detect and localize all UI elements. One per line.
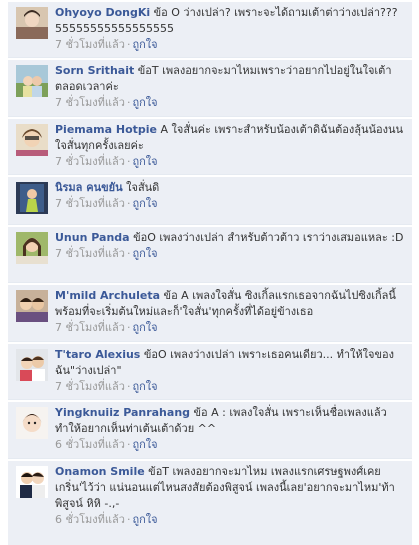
like-link[interactable]: ถูกใจ xyxy=(132,38,157,51)
comment-author[interactable]: M'mild Archuleta xyxy=(55,289,160,302)
like-link[interactable]: ถูกใจ xyxy=(132,438,157,451)
comment-author[interactable]: Piemama Hotpie xyxy=(55,123,157,136)
avatar[interactable] xyxy=(16,466,48,498)
comment-meta: 7 ชั่วโมงที่แล้ว · ถูกใจ xyxy=(55,154,406,170)
comment-meta: 7 ชั่วโมงที่แล้ว · ถูกใจ xyxy=(55,320,406,336)
comment-timestamp[interactable]: 6 ชั่วโมงที่แล้ว xyxy=(55,513,125,526)
comment-author[interactable]: Ohyoyo DongKi xyxy=(55,6,150,19)
comment-timestamp[interactable]: 7 ชั่วโมงที่แล้ว xyxy=(55,321,125,334)
comment-author[interactable]: นิรมล คนขยัน xyxy=(55,181,123,194)
avatar[interactable] xyxy=(16,349,48,381)
like-link[interactable]: ถูกใจ xyxy=(132,197,157,210)
avatar[interactable] xyxy=(16,124,48,156)
comment-meta: 7 ชั่วโมงที่แล้ว · ถูกใจ xyxy=(55,37,406,53)
comment-author[interactable]: Yingknuiiz Panrahang xyxy=(55,406,190,419)
comment-meta: 6 ชั่วโมงที่แล้ว · ถูกใจ xyxy=(55,512,406,528)
comment-meta: 7 ชั่วโมงที่แล้ว · ถูกใจ xyxy=(55,246,406,262)
comment: Unun Panda ข้อO เพลงว่างเปล่า สำหรับต้าว… xyxy=(8,227,412,283)
comment: Onamon Smile ข้อT เพลงอยากจะมาไหม เพลงแร… xyxy=(8,461,412,545)
comment-meta: 7 ชั่วโมงที่แล้ว · ถูกใจ xyxy=(55,196,406,212)
comment-timestamp[interactable]: 7 ชั่วโมงที่แล้ว xyxy=(55,155,125,168)
like-link[interactable]: ถูกใจ xyxy=(132,380,157,393)
comment-author[interactable]: T'taro Alexius xyxy=(55,348,140,361)
avatar[interactable] xyxy=(16,407,48,439)
avatar[interactable] xyxy=(16,182,48,214)
avatar[interactable] xyxy=(16,65,48,97)
comment-timestamp[interactable]: 7 ชั่วโมงที่แล้ว xyxy=(55,96,125,109)
comment-text: ใจสั่นดิ xyxy=(122,181,160,194)
comment: Piemama Hotpie A ใจสั่นค่ะ เพราะสำหรับน้… xyxy=(8,119,412,175)
like-link[interactable]: ถูกใจ xyxy=(132,321,157,334)
comment-meta: 7 ชั่วโมงที่แล้ว · ถูกใจ xyxy=(55,95,406,111)
comment-timestamp[interactable]: 6 ชั่วโมงที่แล้ว xyxy=(55,438,125,451)
comment: Sorn Srithait ข้อT เพลงอยากจะมาไหมเพราะว… xyxy=(8,60,412,117)
comment-text: ข้อO เพลงว่างเปล่า สำหรับต้าวต้าว เราว่า… xyxy=(129,231,404,244)
comment: Yingknuiiz Panrahang ข้อ A : เพลงใจสั่น … xyxy=(8,402,412,459)
avatar[interactable] xyxy=(16,7,48,39)
avatar[interactable] xyxy=(16,290,48,322)
comment-author[interactable]: Unun Panda xyxy=(55,231,130,244)
comment-meta: 7 ชั่วโมงที่แล้ว · ถูกใจ xyxy=(55,379,406,395)
comment: M'mild Archuleta ข้อ A เพลงใจสั่น ซิงเกิ… xyxy=(8,285,412,342)
comment: T'taro Alexius ข้อO เพลงว่างเปล่า เพราะเ… xyxy=(8,344,412,400)
like-link[interactable]: ถูกใจ xyxy=(132,247,157,260)
comment-feed: Ohyoyo DongKi ข้อ O ว่างเปล่า? เพราะจะได… xyxy=(0,0,419,545)
like-link[interactable]: ถูกใจ xyxy=(132,513,157,526)
comment-timestamp[interactable]: 7 ชั่วโมงที่แล้ว xyxy=(55,380,125,393)
comment-author[interactable]: Onamon Smile xyxy=(55,465,145,478)
comment: Ohyoyo DongKi ข้อ O ว่างเปล่า? เพราะจะได… xyxy=(8,2,412,58)
comment-meta: 6 ชั่วโมงที่แล้ว · ถูกใจ xyxy=(55,437,406,453)
like-link[interactable]: ถูกใจ xyxy=(132,96,157,109)
comment-timestamp[interactable]: 7 ชั่วโมงที่แล้ว xyxy=(55,197,125,210)
comment-timestamp[interactable]: 7 ชั่วโมงที่แล้ว xyxy=(55,38,125,51)
avatar[interactable] xyxy=(16,232,48,264)
comment-timestamp[interactable]: 7 ชั่วโมงที่แล้ว xyxy=(55,247,125,260)
like-link[interactable]: ถูกใจ xyxy=(132,155,157,168)
comment: นิรมล คนขยัน ใจสั่นดิ 7 ชั่วโมงที่แล้ว · ถ… xyxy=(8,177,412,225)
comment-author[interactable]: Sorn Srithait xyxy=(55,64,134,77)
